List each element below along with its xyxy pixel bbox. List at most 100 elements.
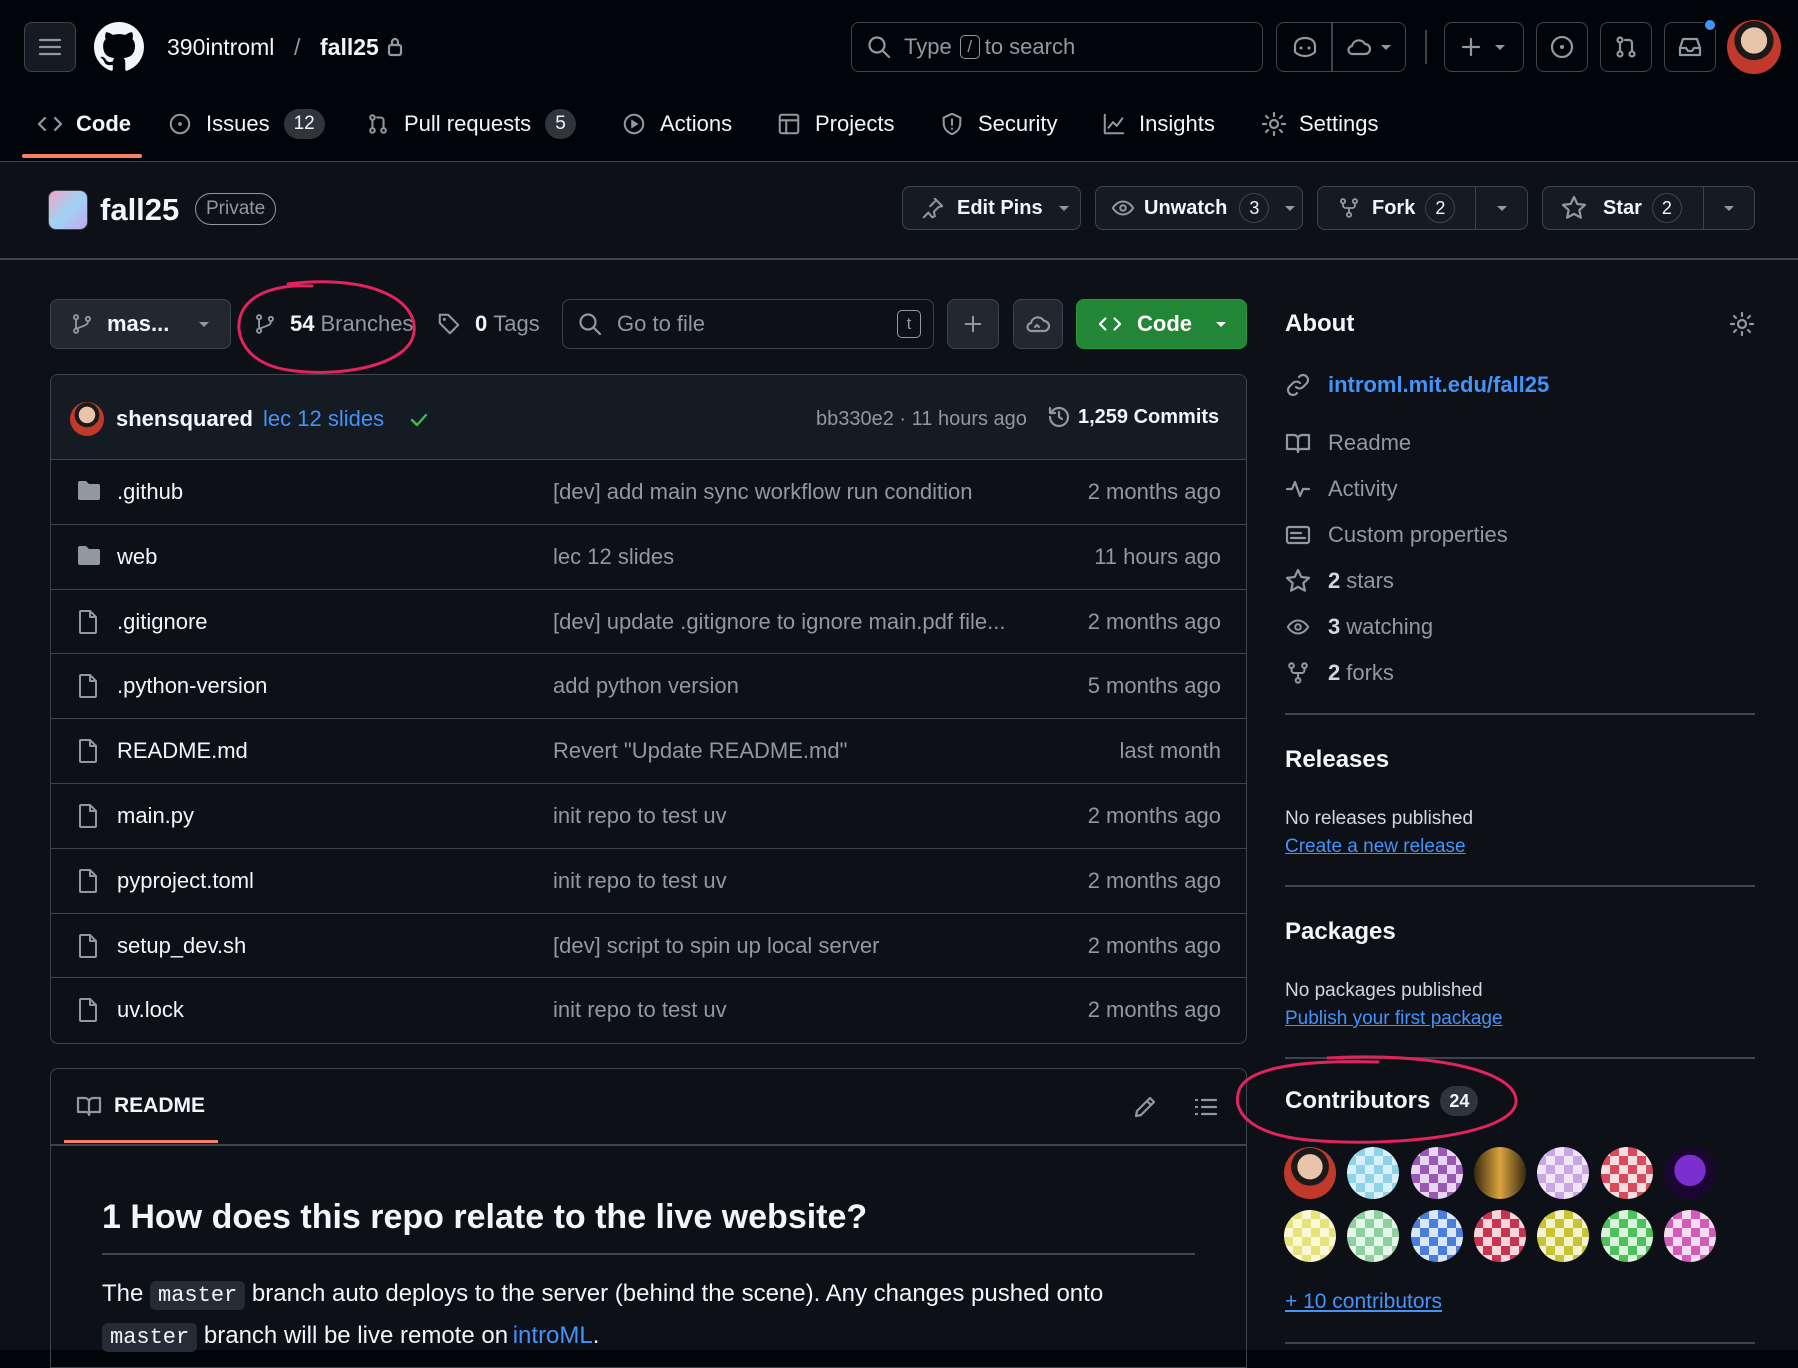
check-icon[interactable] — [407, 408, 431, 432]
file-commit-message[interactable]: [dev] script to spin up local server — [553, 933, 879, 959]
file-row[interactable]: .gitignore [dev] update .gitignore to ign… — [50, 588, 1247, 654]
commit-author-avatar[interactable] — [70, 402, 104, 436]
file-name[interactable]: .github — [117, 479, 183, 505]
about-readme[interactable]: Readme — [1284, 428, 1411, 458]
contributor-avatar[interactable] — [1537, 1147, 1590, 1199]
file-name[interactable]: pyproject.toml — [117, 868, 254, 894]
file-row[interactable]: pyproject.toml init repo to test uv 2 mont… — [50, 847, 1247, 913]
file-name[interactable]: main.py — [117, 803, 194, 829]
contributor-avatar[interactable] — [1663, 1210, 1716, 1262]
file-commit-message[interactable]: [dev] add main sync workflow run conditi… — [553, 479, 972, 505]
commit-hash-time[interactable]: bb330e2 · 11 hours ago — [816, 408, 1027, 431]
file-row[interactable]: .python-version add python version 5 month… — [50, 653, 1247, 718]
tags-link[interactable]: 0 Tags — [437, 311, 540, 337]
file-commit-message[interactable]: lec 12 slides — [553, 544, 674, 570]
contributor-avatar[interactable] — [1473, 1210, 1526, 1262]
contributor-avatar[interactable] — [1663, 1147, 1716, 1199]
file-row[interactable]: web lec 12 slides 11 hours ago — [50, 523, 1247, 589]
owner-link[interactable]: 390introml — [167, 34, 274, 61]
star-button[interactable]: Star 2 — [1542, 186, 1704, 230]
tab-pull-requests[interactable]: Pull requests 5 — [366, 100, 576, 148]
inbox-icon — [1678, 37, 1702, 57]
create-new-button[interactable] — [1444, 22, 1524, 72]
note-icon — [1285, 525, 1311, 545]
star-dropdown-button[interactable] — [1703, 186, 1755, 230]
gear-icon[interactable] — [1729, 311, 1755, 337]
about-stars[interactable]: 2 stars — [1284, 566, 1394, 596]
go-to-file-input[interactable]: Go to file t — [562, 299, 934, 349]
commit-author[interactable]: shensquared — [116, 406, 253, 432]
menu-button[interactable] — [24, 22, 76, 72]
file-name[interactable]: setup_dev.sh — [117, 933, 246, 959]
file-row[interactable]: uv.lock init repo to test uv 2 months ago — [50, 977, 1247, 1042]
intro-ml-link[interactable]: introML — [513, 1322, 593, 1349]
tab-readme[interactable]: README — [76, 1094, 205, 1118]
file-row[interactable]: setup_dev.sh [dev] script to spin up loca… — [50, 912, 1247, 978]
file-row[interactable]: main.py init repo to test uv 2 months ago — [50, 783, 1247, 848]
file-name[interactable]: web — [117, 544, 157, 570]
file-row[interactable]: README.md Revert "Update README.md" last m… — [50, 718, 1247, 783]
about-watching[interactable]: 3 watching — [1284, 612, 1433, 642]
search-suffix: to search — [984, 34, 1076, 59]
github-logo[interactable] — [94, 22, 144, 72]
pull-requests-shortcut-button[interactable] — [1600, 22, 1652, 72]
tab-projects[interactable]: Projects — [777, 100, 894, 148]
file-name[interactable]: README.md — [117, 738, 248, 764]
list-outline-icon[interactable] — [1193, 1094, 1219, 1120]
fork-dropdown-button[interactable] — [1475, 186, 1528, 230]
file-commit-message[interactable]: init repo to test uv — [553, 868, 727, 894]
commits-link[interactable]: 1,259 Commits — [1046, 404, 1219, 430]
copilot-button[interactable] — [1276, 22, 1406, 72]
file-row[interactable]: .github [dev] add main sync workflow run … — [50, 459, 1247, 524]
create-release-link[interactable]: Create a new release — [1285, 836, 1466, 858]
code-dropdown-button[interactable]: Code — [1076, 299, 1247, 349]
edit-pins-button[interactable]: Edit Pins — [902, 186, 1081, 230]
contributor-avatar[interactable] — [1600, 1147, 1653, 1199]
tab-actions[interactable]: Actions — [622, 100, 732, 148]
tab-insights[interactable]: Insights — [1101, 100, 1215, 148]
contributor-avatar[interactable] — [1347, 1147, 1400, 1199]
search-input[interactable]: Type / to search — [851, 22, 1263, 72]
contributor-avatar[interactable] — [1347, 1210, 1400, 1262]
releases-title[interactable]: Releases — [1285, 746, 1389, 774]
repo-title[interactable]: fall25 — [100, 192, 179, 228]
tab-issues[interactable]: Issues 12 — [168, 100, 325, 148]
publish-package-link[interactable]: Publish your first package — [1285, 1008, 1503, 1030]
file-name[interactable]: .gitignore — [117, 609, 208, 635]
contributor-avatar[interactable] — [1284, 1147, 1336, 1199]
issues-shortcut-button[interactable] — [1536, 22, 1588, 72]
about-website-link[interactable]: introml.mit.edu/fall25 — [1284, 370, 1549, 400]
repo-link[interactable]: fall25 — [320, 34, 379, 61]
branch-selector[interactable]: mas... — [50, 299, 231, 349]
copilot-icon — [1293, 36, 1317, 58]
file-name[interactable]: uv.lock — [117, 997, 184, 1023]
unwatch-button[interactable]: Unwatch 3 — [1095, 186, 1303, 230]
tab-security[interactable]: Security — [940, 100, 1057, 148]
about-forks[interactable]: 2 forks — [1284, 658, 1394, 688]
contributor-avatar[interactable] — [1410, 1210, 1463, 1262]
contributor-avatar[interactable] — [1284, 1210, 1336, 1262]
contributor-avatar[interactable] — [1410, 1147, 1463, 1199]
contributor-avatar[interactable] — [1600, 1210, 1653, 1262]
file-commit-message[interactable]: init repo to test uv — [553, 803, 727, 829]
git-branch-icon — [73, 314, 91, 334]
file-name[interactable]: .python-version — [117, 673, 267, 699]
more-contributors-link[interactable]: + 10 contributors — [1285, 1290, 1442, 1314]
fork-button[interactable]: Fork 2 — [1317, 186, 1476, 230]
commit-message-link[interactable]: lec 12 slides — [263, 406, 384, 432]
packages-title[interactable]: Packages — [1285, 918, 1396, 946]
file-commit-message[interactable]: init repo to test uv — [553, 997, 727, 1023]
about-custom-properties[interactable]: Custom properties — [1284, 520, 1508, 550]
add-file-button[interactable] — [947, 299, 999, 349]
contributor-avatar[interactable] — [1473, 1147, 1526, 1199]
tab-settings[interactable]: Settings — [1261, 100, 1379, 148]
user-avatar[interactable] — [1727, 20, 1781, 74]
file-commit-message[interactable]: Revert "Update README.md" — [553, 738, 847, 764]
file-commit-message[interactable]: add python version — [553, 673, 739, 699]
codespaces-button[interactable] — [1013, 299, 1063, 349]
tab-code[interactable]: Code — [36, 100, 131, 148]
contributor-avatar[interactable] — [1537, 1210, 1590, 1262]
pencil-icon[interactable] — [1132, 1094, 1158, 1120]
about-activity[interactable]: Activity — [1284, 474, 1398, 504]
file-commit-message[interactable]: [dev] update .gitignore to ignore main.p… — [553, 609, 1006, 635]
